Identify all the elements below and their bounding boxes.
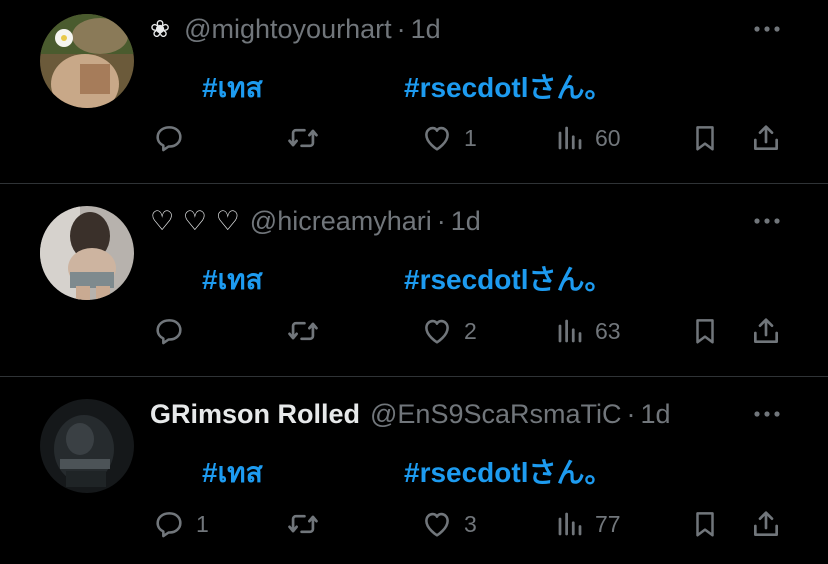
hashtag-link[interactable]: #เทส [202, 457, 263, 488]
post-header: ❀ @mightoyourhart · 1d [150, 12, 441, 46]
avatar[interactable] [40, 399, 134, 493]
views-button[interactable]: 60 [555, 118, 621, 158]
views-icon [558, 319, 582, 343]
post-text: #เทส #rsecdotlさん。 [202, 451, 613, 488]
reply-button[interactable]: 1 [152, 504, 209, 544]
action-bar: 1 60 [0, 118, 828, 158]
views-count: 63 [595, 317, 621, 344]
reply-icon [156, 512, 182, 538]
views-icon [558, 512, 582, 536]
repost-icon [288, 514, 318, 534]
views-icon [558, 126, 582, 150]
bookmark-icon [696, 512, 714, 537]
more-options-button[interactable] [752, 12, 782, 46]
repost-icon [288, 128, 318, 148]
post-header: ♡ ♡ ♡ @hicreamyhari · 1d [150, 204, 481, 238]
display-name[interactable]: ♡ ♡ ♡ [150, 206, 240, 237]
views-count: 60 [595, 124, 621, 151]
like-button[interactable]: 2 [420, 311, 477, 351]
post-time[interactable]: 1d [641, 399, 671, 430]
like-icon [425, 319, 449, 344]
hashtag-link[interactable]: #เทส [202, 72, 263, 103]
post-text: #เทส #rsecdotlさん。 [202, 66, 613, 103]
bookmark-button[interactable] [690, 311, 720, 351]
like-count: 1 [464, 124, 477, 151]
post[interactable]: ❀ @mightoyourhart · 1d #เทส #rsecdotlさん。… [0, 0, 828, 183]
repost-button[interactable] [285, 311, 331, 351]
like-button[interactable]: 1 [420, 118, 477, 158]
action-bar: 2 63 [0, 311, 828, 351]
author-handle[interactable]: @hicreamyhari [250, 206, 432, 237]
hashtag-link[interactable]: #rsecdotlさん。 [404, 258, 613, 298]
more-icon [754, 411, 780, 417]
bookmark-icon [696, 319, 714, 344]
like-count: 3 [464, 510, 477, 537]
share-button[interactable] [750, 118, 782, 158]
separator-dot: · [626, 398, 636, 429]
reply-count: 1 [196, 510, 209, 537]
post-text: #เทส #rsecdotlさん。 [202, 258, 613, 295]
post[interactable]: ♡ ♡ ♡ @hicreamyhari · 1d #เทส #rsecdotlさ… [0, 184, 828, 376]
bookmark-icon [696, 126, 714, 151]
reply-button[interactable] [152, 311, 196, 351]
action-bar: 1 3 77 [0, 504, 828, 544]
repost-button[interactable] [285, 118, 331, 158]
post-header: GRimson Rolled @EnS9ScaRsmaTiC · 1d [150, 397, 671, 431]
author-handle[interactable]: @EnS9ScaRsmaTiC [370, 399, 621, 430]
share-icon [754, 511, 778, 536]
post-time[interactable]: 1d [411, 14, 441, 45]
avatar[interactable] [40, 206, 134, 300]
reply-button[interactable] [152, 118, 196, 158]
share-button[interactable] [750, 504, 782, 544]
hashtag-link[interactable]: #rsecdotlさん。 [404, 451, 613, 491]
like-icon [425, 512, 449, 537]
views-count: 77 [595, 510, 621, 537]
bookmark-button[interactable] [690, 504, 720, 544]
hashtag-link[interactable]: #เทส [202, 264, 263, 295]
display-name[interactable]: GRimson Rolled [150, 399, 360, 430]
more-icon [754, 218, 780, 224]
like-button[interactable]: 3 [420, 504, 477, 544]
bookmark-button[interactable] [690, 118, 720, 158]
share-icon [754, 125, 778, 150]
share-button[interactable] [750, 311, 782, 351]
reply-icon [156, 319, 182, 345]
post-time[interactable]: 1d [451, 206, 481, 237]
repost-icon [288, 321, 318, 341]
share-icon [754, 318, 778, 343]
more-options-button[interactable] [752, 204, 782, 238]
like-icon [425, 126, 449, 151]
more-options-button[interactable] [752, 397, 782, 431]
views-button[interactable]: 63 [555, 311, 621, 351]
avatar[interactable] [40, 14, 134, 108]
post[interactable]: GRimson Rolled @EnS9ScaRsmaTiC · 1d #เทส… [0, 377, 828, 564]
hashtag-link[interactable]: #rsecdotlさん。 [404, 66, 613, 106]
separator-dot: · [436, 205, 446, 236]
separator-dot: · [396, 13, 406, 44]
display-name[interactable]: ❀ [150, 15, 170, 43]
author-handle[interactable]: @mightoyourhart [184, 14, 392, 45]
more-icon [754, 26, 780, 32]
like-count: 2 [464, 317, 477, 344]
reply-icon [156, 126, 182, 152]
repost-button[interactable] [285, 504, 331, 544]
views-button[interactable]: 77 [555, 504, 621, 544]
